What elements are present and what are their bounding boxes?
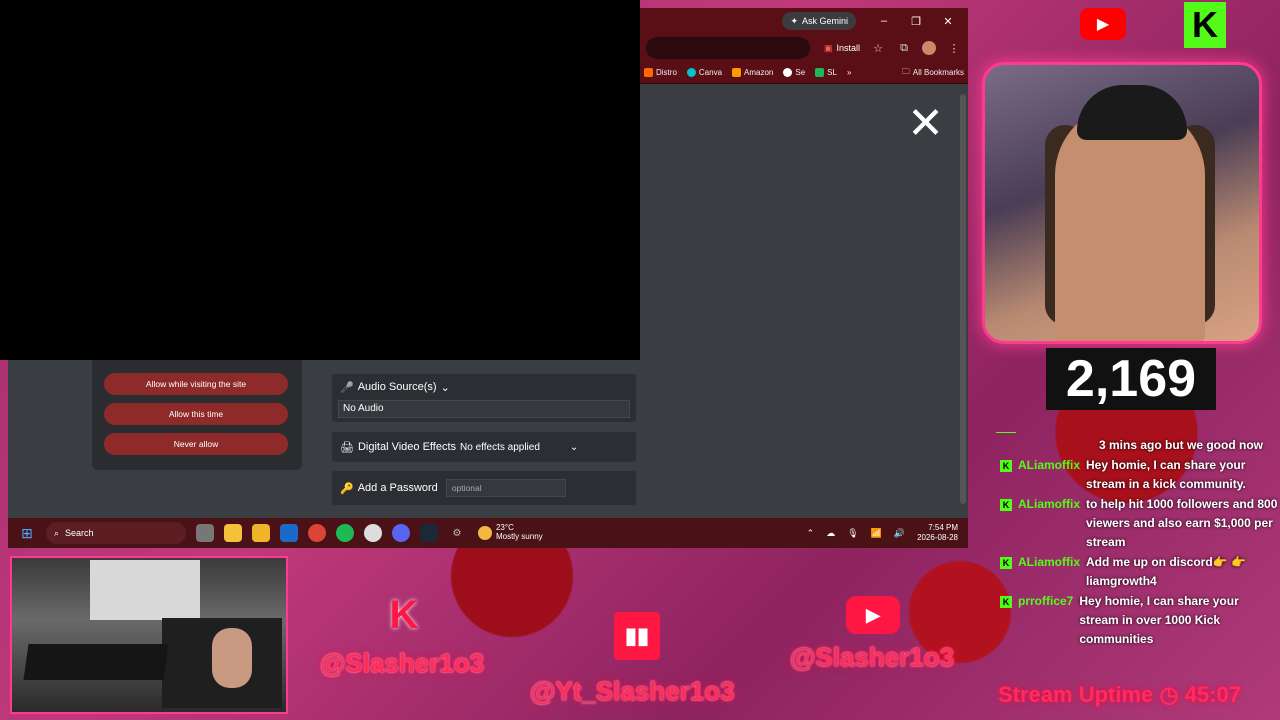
sun-icon [477,526,492,540]
password-panel: 🔑 Add a Password optional [332,471,636,505]
kick-handle: @Slasher1o3 [320,648,485,678]
distro-icon [644,68,653,77]
task-view-icon[interactable] [196,524,214,542]
volume-icon[interactable]: 🔊 [894,528,905,539]
chat-message: K ALiamoffix Add me up on discord👉 👉 lia… [1000,553,1278,591]
streamer-webcam [982,62,1262,344]
effects-select[interactable]: No effects applied ⌄ [460,442,578,453]
audio-source-panel: 🎤 Audio Source(s) ⌄ No Audio [332,374,636,422]
chat-message: K ALiamoffix Hey homie, I can share your… [1000,456,1278,494]
youtube-icon: ▶ [846,596,900,634]
extensions-icon[interactable]: ⧉ [896,42,912,55]
close-overlay-icon[interactable]: ✕ [907,102,944,146]
sl-icon [815,68,825,77]
top-platform-logos: ▶ K [1000,0,1280,50]
browser-window: ✦ Ask Gemini – ❐ ✕ ▣ Install ☆ ⧉ ⋮ Distr… [640,8,968,518]
discord-icon[interactable] [392,524,410,542]
chat-message: K ALiamoffix to help hit 1000 followers … [1000,495,1278,552]
windows-taskbar: ⊞ ⌕ Search ⚙ 23°C Mostly sunny ⌃ ☁ 🎙 📶 🔊… [8,518,968,548]
address-bar[interactable] [646,37,810,59]
kick-icon: K [389,592,419,637]
chevron-down-icon: ⌄ [440,381,450,394]
folder-icon: 🗀 [901,66,910,76]
never-allow-button[interactable]: Never allow [104,433,288,455]
browser-toolbar: ▣ Install ☆ ⧉ ⋮ [640,34,968,62]
amazon-icon [732,68,742,77]
allow-this-time-button[interactable]: Allow this time [104,403,288,425]
kick-badge-icon: K [1000,499,1012,511]
all-bookmarks-button[interactable]: 🗀 All Bookmarks [902,66,964,80]
kick-badge-icon: K [1000,596,1012,608]
chevron-down-icon: ⌄ [569,441,579,453]
windows-start-icon[interactable]: ⊞ [18,524,36,542]
kick-badge-icon: K [1000,557,1012,569]
se-icon [783,68,793,77]
youtube-icon: ▶ [1080,8,1126,40]
ask-gemini-button[interactable]: ✦ Ask Gemini [782,12,856,30]
bookmarks-overflow-button[interactable]: » [847,68,851,77]
install-button[interactable]: ▣ Install [824,43,860,54]
key-icon: 🔑 [340,482,354,495]
chat-message: K prroffice7 Hey homie, I can share your… [1000,592,1278,649]
bookmark-amazon[interactable]: Amazon [732,68,773,77]
maximize-button[interactable]: ❐ [902,15,930,28]
microphone-icon[interactable]: 🎙 [847,528,858,539]
bookmark-star-icon[interactable]: ☆ [870,42,886,55]
kick-icon: K [1184,2,1226,48]
microphone-icon: 🎤 [340,381,354,394]
youtube-handle: @Slasher1o3 [790,642,955,672]
hand-camera [10,556,288,714]
browser-tab-bar: ✦ Ask Gemini – ❐ ✕ [640,8,968,34]
bookmark-se[interactable]: Se [783,68,805,77]
follower-counter: 2,169 [1046,348,1216,410]
taskbar-clock[interactable]: 7:54 PM 2026-08-28 [917,523,958,544]
bookmark-canva[interactable]: Canva [686,68,722,77]
cloud-icon[interactable]: ☁ [826,528,835,539]
close-window-button[interactable]: ✕ [934,15,962,28]
canva-icon [686,68,696,77]
bookmark-distro[interactable]: Distro [644,68,677,77]
clock-icon: ◷ [1159,682,1179,707]
password-input[interactable]: optional [445,479,566,497]
twitch-handle: @Yt_Slasher1o3 [530,676,735,706]
browser-page-content: ✕ [640,84,968,518]
menu-kebab-icon[interactable]: ⋮ [946,42,962,55]
taskbar-search[interactable]: ⌕ Search [46,522,186,544]
allow-while-visiting-button[interactable]: Allow while visiting the site [104,373,288,395]
effects-icon: 🖨 [340,441,354,454]
bookmark-sl[interactable]: SL [815,68,837,77]
page-lower-area: Allow while visiting the site Allow this… [8,360,640,518]
bookmarks-bar: Distro Canva Amazon Se SL » 🗀 All Bookma… [640,62,968,84]
settings-gear-icon[interactable]: ⚙ [448,524,466,542]
chat-message: 3 mins ago but we good now [1099,438,1263,452]
obs-icon[interactable] [364,524,382,542]
audio-source-select[interactable]: No Audio [338,400,630,418]
profile-avatar[interactable] [922,41,936,55]
stream-uptime: Stream Uptime ◷ 45:07 [998,682,1242,707]
page-scrollbar[interactable] [960,94,966,504]
audio-source-toggle[interactable]: 🎤 Audio Source(s) ⌄ [332,374,636,400]
app-icon[interactable] [280,524,298,542]
file-explorer-icon[interactable] [224,524,242,542]
steam-icon[interactable] [420,524,438,542]
install-icon: ▣ [823,42,833,53]
chat-divider [996,432,1016,433]
black-capture-region [0,0,640,360]
wifi-icon[interactable]: 📶 [871,528,882,539]
weather-widget[interactable]: 23°C Mostly sunny [477,523,543,542]
twitch-icon: ▮▮ [614,612,660,660]
gemini-icon: ✦ [790,15,798,26]
video-effects-panel: 🖨 Digital Video Effects No effects appli… [332,432,636,462]
chevron-up-icon[interactable]: ⌃ [807,528,815,539]
spotify-icon[interactable] [336,524,354,542]
chat-feed: 3 mins ago but we good now K ALiamoffix … [1000,436,1278,650]
kick-badge-icon: K [1000,460,1012,472]
store-icon[interactable] [252,524,270,542]
permission-dialog: Allow while visiting the site Allow this… [92,360,302,470]
search-icon: ⌕ [54,527,60,538]
chrome-icon[interactable] [308,524,326,542]
minimize-button[interactable]: – [870,15,898,27]
